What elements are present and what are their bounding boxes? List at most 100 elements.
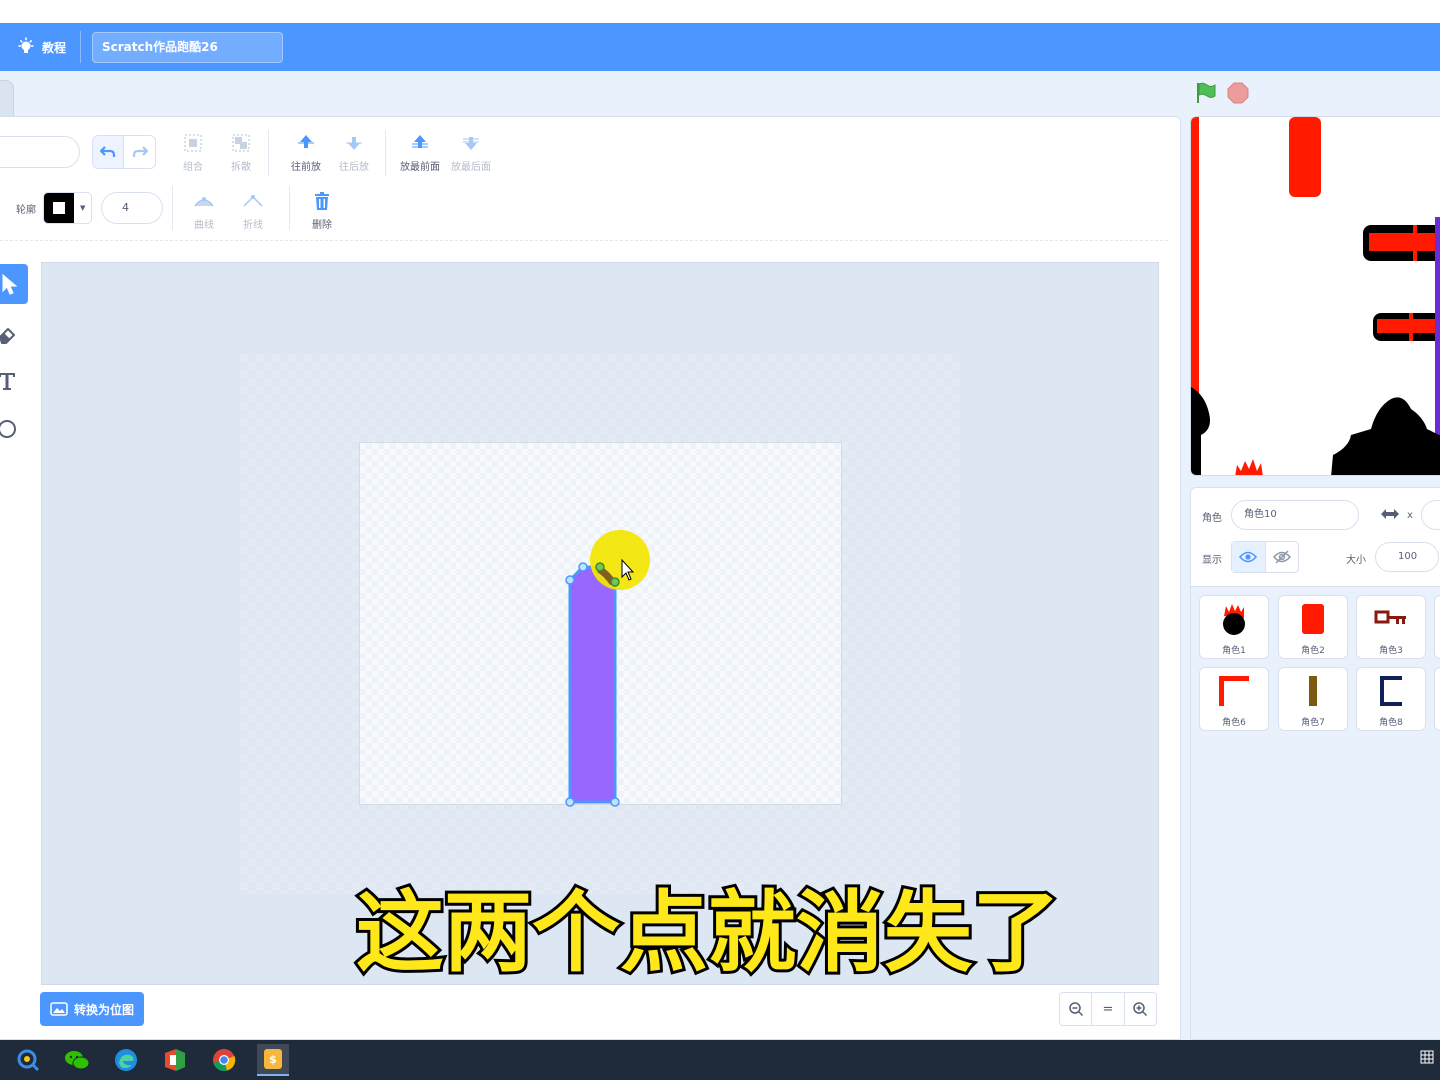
zoom-in-icon xyxy=(1133,1002,1148,1017)
hide-button[interactable] xyxy=(1266,542,1299,572)
cursor-highlight xyxy=(590,530,650,590)
taskbar-wechat-app[interactable] xyxy=(61,1044,93,1076)
sprite-tile[interactable]: 角色6 xyxy=(1199,667,1269,731)
sprite-tile-partial[interactable] xyxy=(1434,667,1440,731)
control-handle[interactable] xyxy=(565,575,575,585)
eraser-tool-button[interactable] xyxy=(0,319,22,349)
bring-to-front-button[interactable]: 放最前面 xyxy=(394,132,446,173)
curve-button[interactable]: 曲线 xyxy=(178,190,230,231)
red-pillar xyxy=(1289,117,1321,197)
sprite-label: 角色 xyxy=(1202,513,1222,524)
ime-indicator-icon[interactable] xyxy=(1420,1050,1436,1066)
size-input[interactable]: 100 xyxy=(1375,542,1439,572)
text-tool-button[interactable] xyxy=(0,366,22,396)
forward-button[interactable]: 往前放 xyxy=(280,132,332,173)
stage-preview[interactable] xyxy=(1190,116,1440,476)
outline-label: 轮廓 xyxy=(16,205,36,216)
costume-name-input[interactable] xyxy=(0,136,80,168)
sprite-name: 角色1 xyxy=(1222,646,1246,656)
visibility-toggle xyxy=(1231,541,1299,573)
tutorial-label: 教程 xyxy=(42,40,67,55)
svg-text:$: $ xyxy=(269,1053,277,1066)
delete-button[interactable]: 删除 xyxy=(296,190,348,231)
backward-button[interactable]: 往后放 xyxy=(328,132,380,173)
select-tool-button[interactable] xyxy=(0,264,28,304)
selected-shape[interactable] xyxy=(555,525,665,810)
taskbar-search-app[interactable] xyxy=(12,1044,44,1076)
x-arrow-icon xyxy=(1381,509,1399,519)
red-wall xyxy=(1191,117,1199,397)
sprite-thumbnail xyxy=(1293,602,1333,636)
tutorial-button[interactable]: 教程 xyxy=(16,23,66,71)
stop-icon[interactable] xyxy=(1227,82,1249,104)
curve-icon xyxy=(193,190,215,212)
circle-icon xyxy=(0,420,16,438)
group-button[interactable]: 组合 xyxy=(167,132,219,173)
circle-tool-button[interactable] xyxy=(0,414,22,444)
sprite-thumbnail xyxy=(1214,602,1254,636)
control-handle[interactable] xyxy=(565,797,575,807)
sprite-name: 角色7 xyxy=(1301,718,1325,728)
send-to-back-button[interactable]: 放最后面 xyxy=(445,132,497,173)
control-handle[interactable] xyxy=(610,797,620,807)
toolbar-divider xyxy=(268,130,269,176)
sprite-tile[interactable]: 角色3 xyxy=(1356,595,1426,659)
ungroup-button[interactable]: 拆散 xyxy=(215,132,267,173)
sprite-name: 角色3 xyxy=(1379,646,1403,656)
sprite-tile[interactable]: 角色7 xyxy=(1278,667,1348,731)
convert-to-bitmap-button[interactable]: 转换为位图 xyxy=(40,992,144,1026)
toolbar-divider xyxy=(289,186,290,230)
outline-width-input[interactable]: 4 xyxy=(101,192,163,224)
polyline-button[interactable]: 折线 xyxy=(227,190,279,231)
redo-button[interactable] xyxy=(124,136,155,168)
chrome-icon xyxy=(213,1049,236,1071)
polyline-icon xyxy=(242,190,264,212)
undo-redo-group xyxy=(92,135,156,169)
sprite-tile[interactable]: 角色8 xyxy=(1356,667,1426,731)
sprite-thumbnail xyxy=(1371,602,1411,636)
menu-divider xyxy=(80,31,81,63)
taskbar-chrome-app[interactable] xyxy=(208,1044,240,1076)
zoom-controls: = xyxy=(1059,992,1157,1026)
select-icon xyxy=(2,273,18,295)
sprite-tile[interactable]: 角色1 xyxy=(1199,595,1269,659)
taskbar-edge-app[interactable] xyxy=(110,1044,142,1076)
editor-tab[interactable] xyxy=(0,80,14,116)
video-subtitle: 这两个点就消失了 xyxy=(353,878,1063,987)
eye-off-icon xyxy=(1272,550,1291,564)
taskbar-office-app[interactable] xyxy=(159,1044,191,1076)
zoom-in-button[interactable] xyxy=(1125,993,1156,1025)
project-title-input[interactable]: Scratch作品跑酷26 xyxy=(92,32,283,63)
edge-icon xyxy=(115,1049,137,1071)
office-icon xyxy=(165,1049,185,1071)
control-handle[interactable] xyxy=(578,562,588,572)
bring-to-front-icon xyxy=(409,132,431,154)
sprite-tile-partial[interactable] xyxy=(1434,595,1440,659)
show-button[interactable] xyxy=(1232,542,1266,572)
outline-color-swatch xyxy=(44,193,74,223)
group-icon xyxy=(182,132,204,154)
backward-icon xyxy=(343,132,365,154)
caret-down-icon: ▼ xyxy=(80,204,86,212)
zoom-out-icon xyxy=(1068,1002,1083,1017)
control-handle-selected[interactable] xyxy=(595,562,605,572)
black-hill xyxy=(1331,397,1440,475)
show-label: 显示 xyxy=(1202,555,1222,566)
size-label: 大小 xyxy=(1346,555,1366,566)
undo-button[interactable] xyxy=(93,136,125,168)
toolbar-divider xyxy=(385,130,386,176)
zoom-reset-button[interactable]: = xyxy=(1092,993,1125,1025)
taskbar-scratch-app[interactable]: $ xyxy=(257,1044,289,1076)
convert-label: 转换为位图 xyxy=(74,1002,135,1017)
green-flag-icon[interactable] xyxy=(1194,81,1218,105)
control-handle-selected[interactable] xyxy=(610,577,620,587)
fire xyxy=(1235,459,1263,475)
redo-icon xyxy=(132,146,148,157)
zoom-out-button[interactable] xyxy=(1060,993,1093,1025)
outline-color-picker[interactable]: ▼ xyxy=(43,192,92,224)
sprite-tile[interactable]: 角色2 xyxy=(1278,595,1348,659)
sprite-name: 角色2 xyxy=(1301,646,1325,656)
eraser-icon xyxy=(0,328,15,344)
sprite-name-input[interactable]: 角色10 xyxy=(1231,500,1359,530)
ungroup-icon xyxy=(230,132,252,154)
